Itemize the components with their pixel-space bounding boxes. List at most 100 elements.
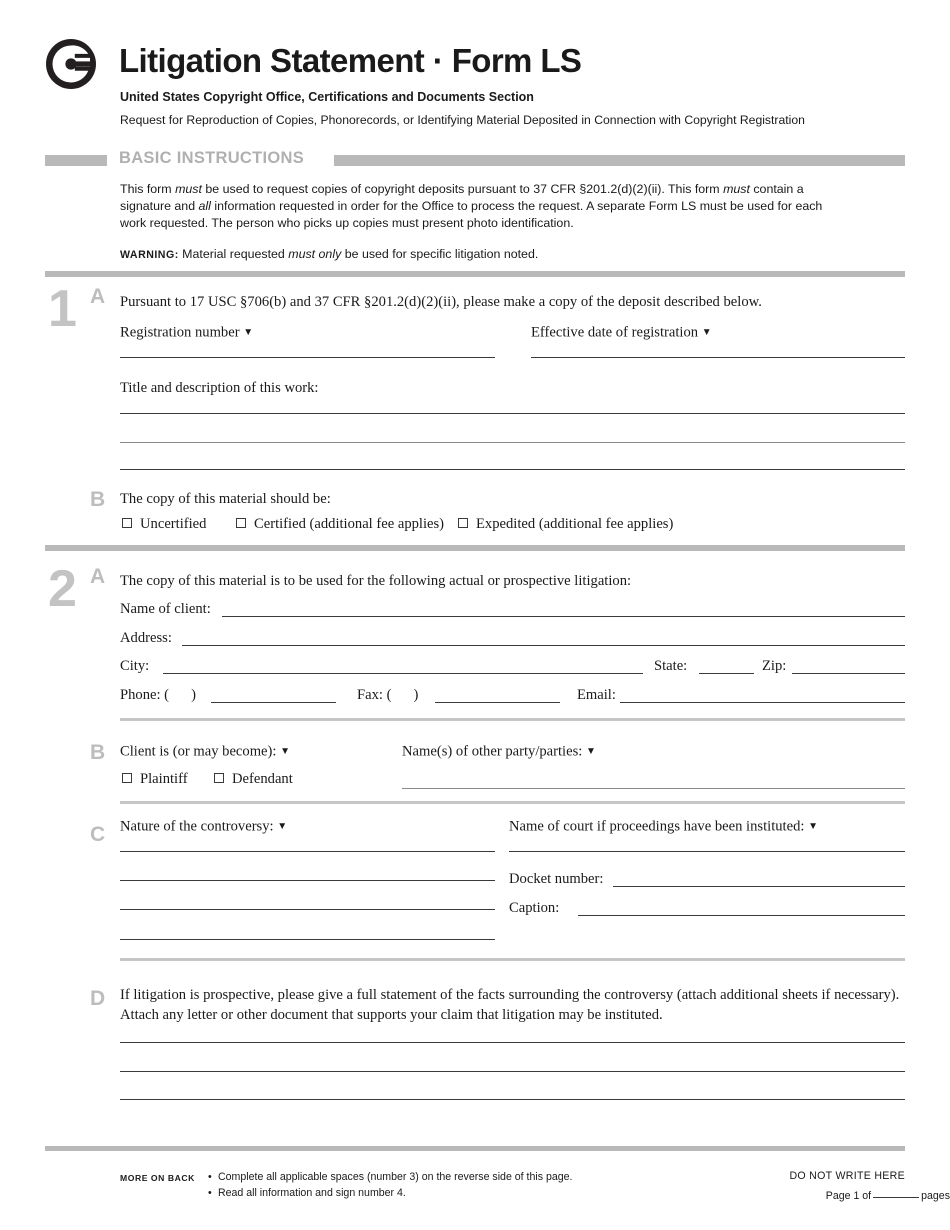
checkbox-defendant-label: Defendant xyxy=(232,771,293,787)
office-subtitle: United States Copyright Office, Certific… xyxy=(120,90,534,104)
registration-number-label-text: Registration number xyxy=(120,324,240,341)
title-description-input-line-3[interactable] xyxy=(120,469,905,470)
checkbox-plaintiff[interactable] xyxy=(122,773,132,783)
caret-down-icon: ▼ xyxy=(277,821,288,832)
warning-em: must only xyxy=(288,246,342,261)
state-input[interactable] xyxy=(699,673,754,674)
section-2-top-rule xyxy=(45,545,905,551)
other-parties-label-text: Name(s) of other party/parties: xyxy=(402,743,583,760)
caret-down-icon: ▼ xyxy=(585,746,596,757)
section-2a-letter: A xyxy=(90,565,106,588)
section-1-number: 1 xyxy=(48,280,77,338)
email-label: Email: xyxy=(577,687,616,703)
docket-number-label: Docket number: xyxy=(509,871,604,887)
nature-of-controversy-input-line-1[interactable] xyxy=(120,851,495,852)
bullet-mark: • xyxy=(208,1171,212,1183)
instr-p1-b: be used to request copies of copyright d… xyxy=(201,182,724,196)
state-label: State: xyxy=(654,658,688,674)
checkbox-expedited-label: Expedited (additional fee applies) xyxy=(476,516,674,532)
phone-input[interactable] xyxy=(211,702,336,703)
nature-of-controversy-label: Nature of the controversy: ▼ xyxy=(120,817,287,837)
warning-a: Material requested xyxy=(178,246,289,261)
section-2d-input-line-2[interactable] xyxy=(120,1071,905,1072)
checkbox-certified[interactable] xyxy=(236,518,246,528)
section-2b-bottom-rule xyxy=(120,801,905,804)
name-of-client-label: Name of client: xyxy=(120,601,211,617)
fax-input[interactable] xyxy=(435,702,560,703)
nature-of-controversy-input-line-3[interactable] xyxy=(120,909,495,910)
instr-p1-must1: must xyxy=(175,182,202,196)
court-name-label-text: Name of court if proceedings have been i… xyxy=(509,818,805,835)
instr-p1-all: all xyxy=(198,199,211,214)
basic-instructions-body: This form must be used to request copies… xyxy=(120,181,850,264)
caret-down-icon: ▼ xyxy=(808,821,818,832)
zip-label: Zip: xyxy=(762,658,787,674)
caption-input[interactable] xyxy=(578,915,905,916)
nature-of-controversy-input-line-2[interactable] xyxy=(120,880,495,881)
checkbox-uncertified-label: Uncertified xyxy=(140,516,207,532)
nature-of-controversy-label-text: Nature of the controversy: xyxy=(120,818,274,835)
page-number-line: Page 1 of pages xyxy=(0,1190,950,1230)
page-suffix: pages xyxy=(921,1190,950,1202)
zip-input[interactable] xyxy=(792,673,905,674)
name-of-client-input[interactable] xyxy=(222,616,905,617)
basic-instructions-bar: BASIC INSTRUCTIONS xyxy=(0,149,950,170)
caret-down-icon: ▼ xyxy=(243,327,254,338)
fax-label: Fax: () xyxy=(357,686,418,706)
section-2a-bottom-rule xyxy=(120,718,905,721)
fax-label-text: Fax: ( xyxy=(357,687,392,703)
city-input[interactable] xyxy=(163,673,643,674)
warning-b: be used for specific litigation noted. xyxy=(341,246,539,261)
phone-label-text: Phone: ( xyxy=(120,687,170,703)
page-prefix: Page 1 of xyxy=(825,1190,872,1202)
caret-down-icon: ▼ xyxy=(701,327,712,338)
checkbox-uncertified[interactable] xyxy=(122,518,132,528)
bar-segment-right xyxy=(334,155,905,166)
instr-p1-a: This form xyxy=(120,182,176,196)
caption-label: Caption: xyxy=(509,900,560,916)
court-name-input[interactable] xyxy=(509,851,905,852)
checkbox-certified-label: Certified (additional fee applies) xyxy=(254,516,445,532)
other-parties-label: Name(s) of other party/parties: ▼ xyxy=(402,742,596,762)
section-1a-letter: A xyxy=(90,285,106,308)
phone-paren-close: ) xyxy=(191,687,196,703)
section-2c-bottom-rule xyxy=(120,958,905,961)
address-label: Address: xyxy=(120,630,172,646)
form-page: Litigation Statement · Form LS United St… xyxy=(0,0,950,1230)
section-2a-intro: The copy of this material is to be used … xyxy=(120,573,632,589)
email-input[interactable] xyxy=(620,702,905,703)
docket-number-input[interactable] xyxy=(613,886,905,887)
checkbox-defendant[interactable] xyxy=(214,773,224,783)
effective-date-label-text: Effective date of registration xyxy=(531,324,699,341)
nature-of-controversy-input-line-4[interactable] xyxy=(120,939,495,940)
instructions-warning: WARNING: Material requested must only be… xyxy=(120,246,850,264)
registration-number-label: Registration number ▼ xyxy=(120,323,253,343)
checkbox-plaintiff-label: Plaintiff xyxy=(140,771,188,787)
other-parties-input[interactable] xyxy=(402,788,905,789)
registration-number-input[interactable] xyxy=(120,357,495,358)
page-count-input[interactable] xyxy=(873,1197,920,1198)
section-1-top-rule xyxy=(45,271,905,277)
address-input[interactable] xyxy=(182,645,905,646)
copyright-office-c-logo-icon xyxy=(46,39,96,89)
instr-p1-must2: must xyxy=(723,182,750,196)
more-on-back-label: MORE ON BACK xyxy=(120,1173,195,1183)
title-description-input-line-2[interactable] xyxy=(120,442,905,443)
instructions-paragraph-1: This form must be used to request copies… xyxy=(120,181,850,233)
city-label: City: xyxy=(120,658,150,674)
section-1b-letter: B xyxy=(90,488,106,511)
client-is-label: Client is (or may become): ▼ xyxy=(120,742,290,762)
checkbox-expedited[interactable] xyxy=(458,518,468,528)
title-description-input-line-1[interactable] xyxy=(120,413,905,414)
fax-paren-close: ) xyxy=(413,687,419,703)
section-2d-letter: D xyxy=(90,987,106,1010)
section-2d-text: If litigation is prospective, please giv… xyxy=(120,987,900,1023)
section-2d-input-line-3[interactable] xyxy=(120,1099,905,1100)
do-not-write-here-label: DO NOT WRITE HERE xyxy=(789,1170,905,1182)
section-1a-intro: Pursuant to 17 USC §706(b) and 37 CFR §2… xyxy=(120,294,762,310)
section-2d-input-line-1[interactable] xyxy=(120,1042,905,1043)
title-description-label: Title and description of this work: xyxy=(120,380,319,396)
section-1b-prompt: The copy of this material should be: xyxy=(120,491,331,507)
effective-date-input[interactable] xyxy=(531,357,905,358)
section-2c-letter: C xyxy=(90,823,106,846)
